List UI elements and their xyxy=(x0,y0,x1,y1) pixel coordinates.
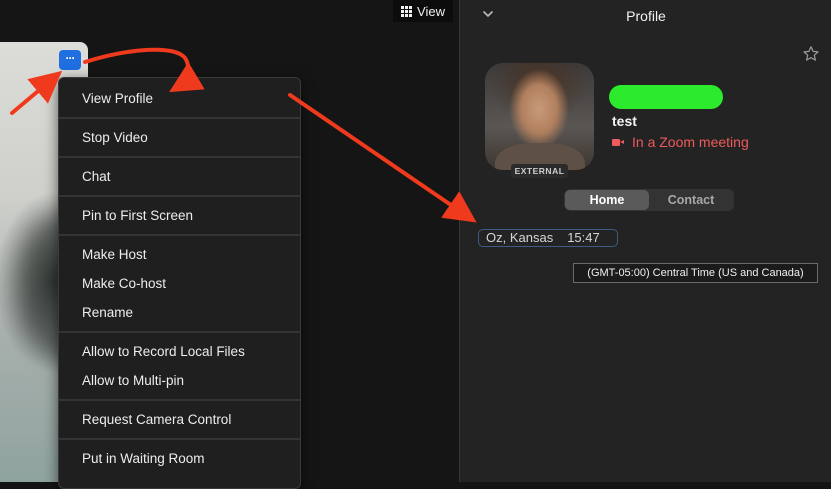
menu-item-rename[interactable]: Rename xyxy=(82,302,133,324)
view-label: View xyxy=(417,3,445,19)
menu-item-make-co-host[interactable]: Make Co-host xyxy=(82,273,166,295)
tab-home[interactable]: Home xyxy=(565,190,649,210)
meeting-status: In a Zoom meeting xyxy=(612,134,749,150)
menu-divider xyxy=(59,234,300,236)
timezone-tooltip: (GMT-05:00) Central Time (US and Canada) xyxy=(573,263,818,283)
menu-divider xyxy=(59,195,300,197)
menu-item-allow-multi-pin[interactable]: Allow to Multi-pin xyxy=(82,370,184,392)
menu-item-chat[interactable]: Chat xyxy=(82,166,111,188)
tab-contact[interactable]: Contact xyxy=(649,190,733,210)
camera-icon xyxy=(612,138,624,147)
participant-context-menu: View Profile Stop Video Chat Pin to Firs… xyxy=(58,77,301,489)
menu-divider xyxy=(59,438,300,440)
menu-item-make-host[interactable]: Make Host xyxy=(82,244,147,266)
more-options-icon: ··· xyxy=(65,51,76,65)
profile-tabs: Home Contact xyxy=(564,189,734,211)
menu-divider xyxy=(59,156,300,158)
menu-item-request-camera-control[interactable]: Request Camera Control xyxy=(82,409,231,431)
avatar xyxy=(485,63,594,170)
more-options-button[interactable]: ··· xyxy=(59,50,81,70)
grid-icon xyxy=(401,5,413,17)
profile-panel: Profile EXTERNAL test In a Zoom meeting … xyxy=(459,0,831,482)
location-time[interactable]: Oz, Kansas 15:47 xyxy=(478,229,618,247)
location-text: Oz, Kansas xyxy=(486,230,554,245)
menu-item-view-profile[interactable]: View Profile xyxy=(82,88,153,110)
menu-divider xyxy=(59,117,300,119)
meeting-status-text: In a Zoom meeting xyxy=(632,134,749,150)
name-redaction xyxy=(609,85,723,109)
menu-item-pin-to-first-screen[interactable]: Pin to First Screen xyxy=(82,205,193,227)
view-button[interactable]: View xyxy=(393,0,453,22)
menu-divider xyxy=(59,331,300,333)
panel-title: Profile xyxy=(626,8,666,24)
menu-item-put-in-waiting-room[interactable]: Put in Waiting Room xyxy=(82,448,205,470)
menu-item-allow-record-local-files[interactable]: Allow to Record Local Files xyxy=(82,341,245,363)
video-gallery: ··· View View Profile Stop Video Chat Pi… xyxy=(0,0,459,489)
menu-item-stop-video[interactable]: Stop Video xyxy=(82,127,148,149)
star-icon[interactable] xyxy=(802,45,820,63)
user-name: test xyxy=(612,113,637,129)
menu-divider xyxy=(59,399,300,401)
local-time-text: 15:47 xyxy=(567,230,600,245)
external-badge: EXTERNAL xyxy=(511,164,568,178)
